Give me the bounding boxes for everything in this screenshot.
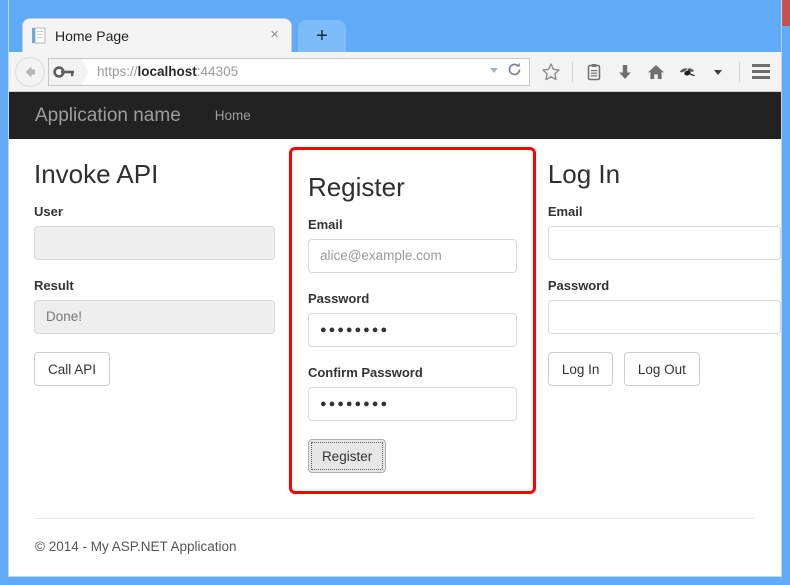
register-button[interactable]: Register: [307, 439, 387, 474]
toolbar-divider-2: [739, 61, 740, 82]
site-navbar: Application name Home: [9, 92, 781, 139]
call-api-button[interactable]: Call API: [34, 352, 111, 387]
register-email-input[interactable]: alice@example.com: [307, 239, 517, 274]
url-text: https://localhost:44305: [81, 64, 488, 79]
register-email-label: Email: [307, 217, 343, 233]
toolbar-divider: [572, 61, 573, 82]
downloads-icon[interactable]: [611, 58, 639, 86]
new-tab-button[interactable]: +: [298, 20, 346, 52]
invoke-api-title: Invoke API: [34, 159, 159, 189]
tab-strip: Home Page × +: [8, 0, 782, 52]
user-input[interactable]: [34, 226, 275, 261]
footer-divider: [35, 518, 755, 519]
result-label: Result: [34, 278, 74, 294]
login-email-input[interactable]: [547, 226, 781, 261]
home-icon[interactable]: [642, 58, 670, 86]
back-arrow-icon: [25, 66, 35, 77]
page-icon: [31, 27, 46, 44]
navigation-toolbar: https://localhost:44305: [9, 52, 781, 92]
login-email-label: Email: [547, 204, 583, 220]
login-password-label: Password: [547, 278, 610, 294]
register-title: Register: [307, 172, 405, 202]
bookmark-star-icon[interactable]: [537, 58, 565, 86]
copyright-text: © 2014 - My ASP.NET Application: [35, 539, 237, 554]
url-port: :44305: [196, 64, 239, 79]
logout-button[interactable]: Log Out: [623, 352, 700, 387]
login-password-input[interactable]: [547, 300, 781, 335]
browser-window: ✕ Home Page × +: [0, 0, 790, 585]
user-label: User: [34, 204, 63, 220]
chevron-down-icon[interactable]: [488, 63, 500, 81]
result-input[interactable]: Done!: [34, 300, 275, 335]
back-button[interactable]: [15, 56, 45, 87]
key-icon: [53, 65, 74, 78]
url-host: localhost: [137, 64, 197, 79]
address-bar[interactable]: https://localhost:44305: [48, 57, 530, 86]
page-content: Application name Home Invoke API User Re…: [9, 92, 781, 576]
url-scheme: https://: [97, 64, 138, 79]
reload-icon[interactable]: [506, 61, 523, 83]
site-identity-box[interactable]: [49, 58, 89, 85]
toolbar-chevron-down-icon[interactable]: [704, 58, 732, 86]
menu-icon[interactable]: [747, 58, 775, 86]
tab-home-page[interactable]: Home Page ×: [22, 18, 292, 52]
plugin-icon[interactable]: [673, 58, 701, 86]
brand-link[interactable]: Application name: [35, 105, 181, 127]
register-password-label: Password: [307, 291, 370, 307]
register-confirm-password-input[interactable]: ●●●●●●●●: [307, 387, 517, 422]
register-password-input[interactable]: ●●●●●●●●: [307, 313, 517, 348]
browser-toolbar-icons: [537, 58, 775, 86]
invoke-api-panel: Invoke API User Result Done! Call API: [34, 139, 275, 494]
login-button[interactable]: Log In: [547, 352, 614, 387]
tab-close-icon[interactable]: ×: [266, 27, 283, 44]
page-footer: © 2014 - My ASP.NET Application: [9, 518, 781, 576]
content-columns: Invoke API User Result Done! Call API Re…: [9, 139, 781, 495]
login-panel: Log In Email Password Log In Log Out: [547, 139, 781, 494]
plus-icon: +: [316, 25, 328, 47]
nav-link-home[interactable]: Home: [215, 108, 251, 123]
register-panel: Register Email alice@example.com Passwor…: [288, 147, 536, 495]
tab-title: Home Page: [55, 27, 129, 44]
login-title: Log In: [547, 159, 621, 189]
reading-list-icon[interactable]: [580, 58, 608, 86]
address-bar-actions: [488, 61, 529, 83]
register-confirm-password-label: Confirm Password: [307, 365, 423, 381]
